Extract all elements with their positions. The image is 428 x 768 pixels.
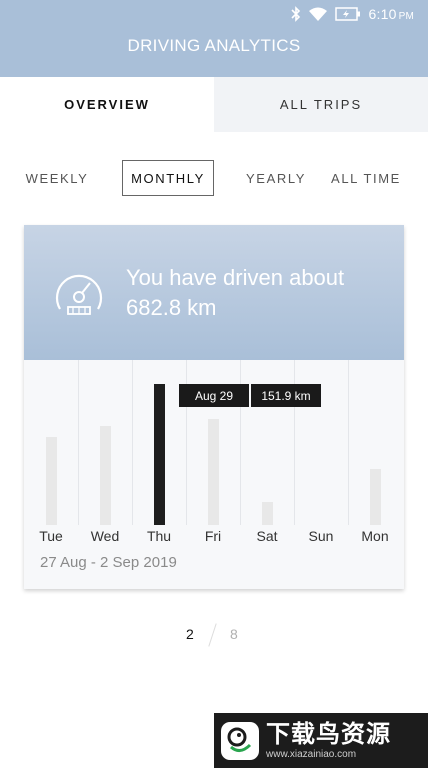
chart-bar-sat[interactable] — [261, 502, 273, 525]
bluetooth-icon — [290, 6, 300, 22]
page-current: 2 — [186, 626, 194, 642]
period-all-time[interactable]: ALL TIME — [328, 160, 404, 196]
date-range: 27 Aug - 2 Sep 2019 — [40, 554, 177, 571]
chart-x-label: Sat — [256, 528, 278, 544]
watermark-banner: 下载鸟资源 www.xiazainiao.com — [214, 713, 428, 768]
page-title: DRIVING ANALYTICS — [127, 35, 301, 55]
status-bar: 6:10 PM — [0, 0, 428, 28]
speedometer-icon — [55, 274, 103, 315]
summary-text: You have driven about 682.8 km — [126, 263, 344, 323]
clock: 6:10 PM — [369, 6, 414, 22]
watermark-text: 下载鸟资源 www.xiazainiao.com — [266, 721, 391, 761]
clock-time: 6:10 — [368, 6, 397, 22]
chart-bar-mon[interactable] — [369, 469, 381, 525]
status-icons: 6:10 PM — [290, 5, 414, 23]
tab-bar: OVERVIEW ALL TRIPS — [0, 77, 428, 132]
watermark-url: www.xiazainiao.com — [266, 748, 357, 760]
summary-distance: 682.8 km — [126, 295, 217, 320]
tab-overview[interactable]: OVERVIEW — [0, 77, 214, 132]
summary-line1: You have driven about — [126, 265, 345, 290]
page-separator — [208, 623, 217, 647]
tab-all-trips[interactable]: ALL TRIPS — [214, 77, 428, 132]
period-selector: WEEKLY MONTHLY YEARLY ALL TIME — [0, 158, 428, 198]
clock-ampm: PM — [398, 11, 414, 22]
chart-x-label: Thu — [146, 528, 172, 544]
driving-summary-card: You have driven about 682.8 km 27 Aug - … — [24, 225, 404, 589]
period-weekly[interactable]: WEEKLY — [18, 160, 96, 196]
chart-x-label: Sun — [308, 528, 334, 544]
chart-x-label: Fri — [204, 528, 222, 544]
daily-distance-chart: 27 Aug - 2 Sep 2019 Tue Wed Thu Fri Sat Sun Mo… — [24, 360, 404, 590]
tooltip-date: Aug 29 — [179, 384, 249, 407]
chart-gridline — [78, 360, 79, 525]
chart-bar-wed[interactable] — [99, 426, 111, 525]
battery-charging-icon — [334, 7, 360, 21]
pager: 2 8 — [0, 622, 428, 648]
chart-bar-thu[interactable] — [153, 384, 165, 525]
app-bar: DRIVING ANALYTICS — [0, 28, 428, 77]
bird-logo-icon — [221, 721, 259, 760]
wifi-icon — [308, 7, 327, 21]
chart-x-label: Tue — [39, 528, 63, 544]
period-monthly[interactable]: MONTHLY — [122, 160, 214, 196]
chart-x-label: Wed — [90, 528, 120, 544]
page-total: 8 — [230, 626, 238, 642]
chart-bar-fri[interactable] — [207, 419, 219, 525]
tooltip-value: 151.9 km — [251, 384, 321, 407]
period-yearly[interactable]: YEARLY — [238, 160, 314, 196]
chart-gridline — [132, 360, 133, 525]
watermark-title: 下载鸟资源 — [266, 720, 391, 748]
chart-gridline — [348, 360, 349, 525]
chart-x-label: Mon — [361, 528, 389, 544]
summary-header: You have driven about 682.8 km — [24, 225, 404, 360]
chart-bar-tue[interactable] — [45, 437, 57, 525]
